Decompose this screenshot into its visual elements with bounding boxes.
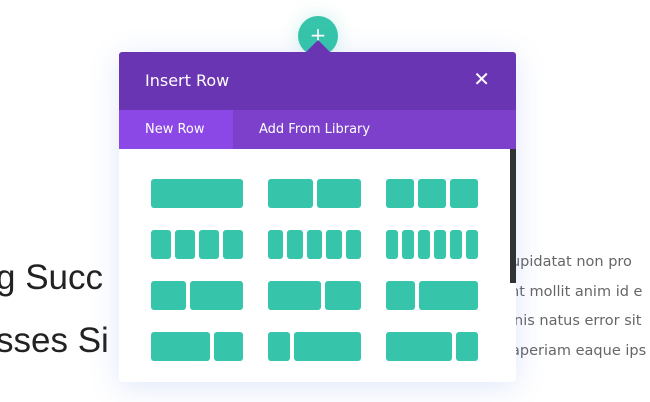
column-block — [386, 281, 416, 310]
column-block — [268, 332, 291, 361]
tab-new-row[interactable]: New Row — [119, 110, 233, 149]
close-icon[interactable]: ✕ — [473, 67, 490, 91]
column-block — [268, 230, 284, 259]
column-block — [386, 230, 398, 259]
column-block — [419, 281, 478, 310]
column-block — [402, 230, 414, 259]
tab-add-from-library[interactable]: Add From Library — [233, 110, 396, 149]
column-block — [190, 281, 243, 310]
row-layout-option[interactable] — [386, 230, 478, 259]
column-block — [418, 179, 446, 208]
column-block — [450, 179, 478, 208]
modal-header: Insert Row ✕ — [119, 52, 516, 110]
row-layout-option[interactable] — [386, 281, 478, 310]
column-block — [418, 230, 430, 259]
column-block — [151, 281, 187, 310]
column-block — [151, 332, 210, 361]
column-block — [466, 230, 478, 259]
row-layout-option[interactable] — [151, 230, 243, 259]
column-block — [294, 332, 361, 361]
column-block — [306, 230, 323, 259]
column-block — [268, 281, 322, 310]
row-layout-option[interactable] — [268, 179, 361, 208]
column-block — [213, 332, 243, 361]
column-block — [151, 179, 243, 208]
background-text-line: cupidatat non pro — [503, 254, 632, 270]
column-block — [456, 332, 478, 361]
column-block — [386, 179, 414, 208]
row-layout-option[interactable] — [386, 332, 478, 361]
row-layout-option[interactable] — [151, 281, 243, 310]
modal-title: Insert Row — [145, 71, 230, 90]
column-block — [326, 230, 342, 259]
column-block — [199, 230, 219, 259]
column-block — [325, 281, 361, 310]
background-text-line: aperiam eaque ips — [511, 343, 647, 359]
column-block — [268, 179, 313, 208]
background-text-line: nt mollit anim id e — [510, 284, 643, 300]
background-heading-line: g Succ — [0, 258, 103, 297]
column-block — [345, 230, 362, 259]
background-heading-line: sses Si — [0, 321, 109, 360]
row-layout-option[interactable] — [151, 332, 243, 361]
column-block — [450, 230, 462, 259]
insert-row-modal: Insert Row ✕ New Row Add From Library — [119, 52, 516, 382]
row-layout-option[interactable] — [386, 179, 478, 208]
modal-body — [119, 149, 516, 382]
column-block — [223, 230, 243, 259]
row-layout-option[interactable] — [268, 230, 362, 259]
column-block — [386, 332, 452, 361]
modal-tabs: New Row Add From Library — [119, 110, 516, 149]
background-text-line: nis natus error sit — [514, 313, 642, 329]
column-block — [316, 179, 361, 208]
scrollbar[interactable] — [510, 149, 516, 283]
column-block — [287, 230, 303, 259]
popover-arrow — [306, 40, 330, 52]
row-layout-option[interactable] — [268, 332, 361, 361]
layout-grid — [151, 179, 478, 361]
column-block — [434, 230, 446, 259]
column-block — [175, 230, 195, 259]
column-block — [151, 230, 171, 259]
row-layout-option[interactable] — [268, 281, 361, 310]
row-layout-option[interactable] — [151, 179, 243, 208]
